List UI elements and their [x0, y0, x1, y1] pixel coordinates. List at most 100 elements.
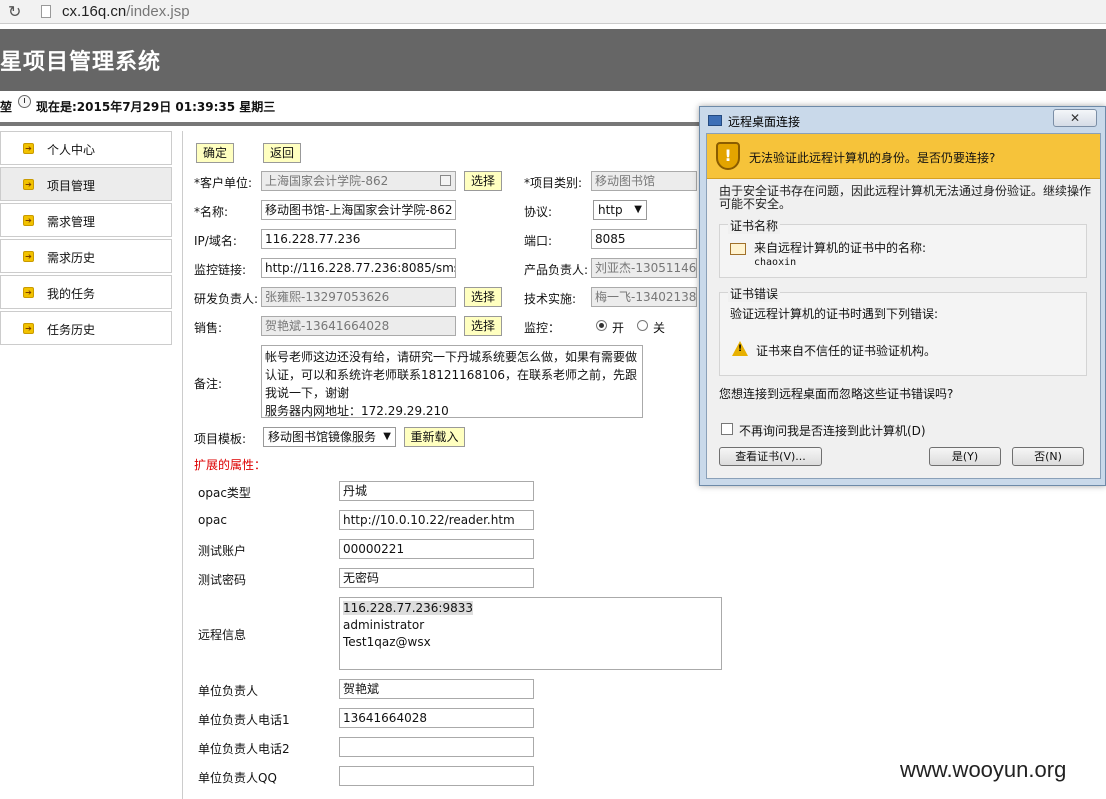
name-field[interactable]: 移动图书馆-上海国家会计学院-862	[261, 200, 456, 220]
clock-icon	[18, 95, 31, 108]
dialog-message: 由于安全证书存在问题，因此远程计算机无法通过身份验证。继续操作可能不安全。	[719, 184, 1092, 211]
remote-info-line: 116.228.77.236:9833	[343, 601, 474, 615]
customer-label: *客户单位:	[194, 176, 253, 190]
cert-error-group-title: 证书错误	[728, 285, 781, 302]
remote-info-label: 远程信息	[198, 628, 247, 642]
remote-info-line: administrator	[343, 618, 425, 632]
reload-icon[interactable]: ↻	[8, 2, 21, 21]
monitor-label: 监控：	[524, 321, 561, 335]
protocol-value: http	[598, 203, 623, 217]
sidebar-item-personal[interactable]: ➔ 个人中心	[0, 131, 172, 165]
extended-attributes-title: 扩展的属性：	[194, 458, 267, 472]
project-type-field[interactable]: 移动图书馆	[591, 171, 697, 191]
cert-name-value: chaoxin	[754, 257, 797, 268]
monitor-link-field[interactable]: http://116.228.77.236:8085/sms/c	[261, 258, 456, 278]
opac-type-field[interactable]: 丹城	[339, 481, 534, 501]
url-path: /index.jsp	[126, 3, 190, 20]
yes-button[interactable]: 是(Y)	[929, 447, 1001, 466]
unit-tel2-field[interactable]	[339, 737, 534, 757]
shield-warning-icon: !	[716, 142, 740, 170]
dropdown-arrow-icon: ▼	[383, 431, 391, 442]
sidebar-item-label: 任务历史	[47, 323, 96, 337]
dialog-title: 远程桌面连接	[728, 115, 801, 129]
sidebar-item-label: 需求管理	[47, 215, 96, 229]
sidebar-item-requirement-history[interactable]: ➔ 需求历史	[0, 239, 172, 273]
sales-field[interactable]: 贺艳斌-13641664028	[261, 316, 456, 336]
confirm-button[interactable]: 确定	[196, 143, 234, 163]
port-field[interactable]: 8085	[591, 229, 697, 249]
current-time: 现在是:2015年7月29日 01:39:35 星期三	[36, 100, 276, 114]
sidebar-item-my-tasks[interactable]: ➔ 我的任务	[0, 275, 172, 309]
monitor-off-label: 关	[653, 321, 666, 335]
sidebar-item-requirements[interactable]: ➔ 需求管理	[0, 203, 172, 237]
no-button[interactable]: 否(N)	[1012, 447, 1084, 466]
protocol-label: 协议:	[524, 205, 553, 219]
monitor-off-radio[interactable]	[637, 320, 648, 331]
sidebar-item-label: 我的任务	[47, 287, 96, 301]
opac-field[interactable]: http://10.0.10.22/reader.htm	[339, 510, 534, 530]
sales-label: 销售:	[194, 321, 223, 335]
unit-qq-label: 单位负责人QQ	[198, 771, 277, 785]
remote-desktop-dialog: 远程桌面连接 ✕ ! 无法验证此远程计算机的身份。是否仍要连接? 由于安全证书存…	[699, 106, 1106, 486]
content-divider	[182, 131, 183, 799]
arrow-bullet-icon: ➔	[23, 143, 34, 154]
arrow-bullet-icon: ➔	[23, 215, 34, 226]
unit-tel1-field[interactable]: 13641664028	[339, 708, 534, 728]
tech-impl-field[interactable]: 梅一飞-13402138	[591, 287, 697, 307]
browser-address-bar: ↻ cx.16q.cn/index.jsp	[0, 0, 1106, 24]
cert-from-text: 来自远程计算机的证书中的名称:	[754, 241, 927, 255]
remark-label: 备注:	[194, 377, 223, 391]
certificate-icon	[730, 243, 746, 255]
sidebar-item-projects[interactable]: ➔ 项目管理	[0, 167, 172, 201]
customer-field[interactable]: 上海国家会计学院-862	[261, 171, 456, 191]
dont-ask-checkbox[interactable]	[721, 423, 733, 435]
sidebar-item-label: 需求历史	[47, 251, 96, 265]
template-label: 项目模板:	[194, 432, 247, 446]
test-account-label: 测试账户	[198, 544, 247, 558]
remote-info-textarea[interactable]: 116.228.77.236:9833 administrator Test1qaz…	[339, 597, 722, 670]
test-password-field[interactable]: 无密码	[339, 568, 534, 588]
unit-owner-field[interactable]: 贺艳斌	[339, 679, 534, 699]
monitor-link-label: 监控链接:	[194, 263, 247, 277]
reload-template-button[interactable]: 重新载入	[404, 427, 465, 447]
customer-select-button[interactable]: 选择	[464, 171, 502, 191]
unit-owner-label: 单位负责人	[198, 684, 259, 698]
test-account-field[interactable]: 00000221	[339, 539, 534, 559]
protocol-select[interactable]: http ▼	[593, 200, 647, 220]
unit-tel1-label: 单位负责人电话1	[198, 713, 290, 727]
sidebar-item-label: 项目管理	[47, 179, 96, 193]
sidebar-item-task-history[interactable]: ➔ 任务历史	[0, 311, 172, 345]
connect-question: 您想连接到远程桌面而忽略这些证书错误吗?	[719, 387, 954, 401]
arrow-bullet-icon: ➔	[23, 323, 34, 334]
cert-error-item: 证书来自不信任的证书验证机构。	[756, 344, 937, 358]
url-field[interactable]: cx.16q.cn/index.jsp	[62, 3, 190, 20]
template-value: 移动图书馆镜像服务	[268, 430, 377, 444]
cert-name-group-title: 证书名称	[728, 217, 781, 234]
back-button[interactable]: 返回	[263, 143, 301, 163]
ip-field[interactable]: 116.228.77.236	[261, 229, 456, 249]
close-button[interactable]: ✕	[1053, 109, 1097, 127]
lookup-icon[interactable]	[440, 175, 451, 186]
dropdown-arrow-icon: ▼	[634, 204, 642, 215]
opac-label: opac	[198, 513, 227, 527]
template-select[interactable]: 移动图书馆镜像服务 ▼	[263, 427, 396, 447]
test-password-label: 测试密码	[198, 573, 247, 587]
product-owner-field[interactable]: 刘亚杰-13051146	[591, 258, 697, 278]
ip-label: IP/域名:	[194, 234, 237, 248]
sales-select-button[interactable]: 选择	[464, 316, 502, 336]
dev-owner-select-button[interactable]: 选择	[464, 287, 502, 307]
remark-textarea[interactable]: 帐号老师这边还没有给，请研究一下丹城系统要怎么做，如果有需要做认证，可以和系统许…	[261, 345, 643, 418]
name-label: *名称:	[194, 205, 229, 219]
sidebar: ➔ 个人中心 ➔ 项目管理 ➔ 需求管理 ➔ 需求历史 ➔ 我的任务 ➔ 任务历史	[0, 131, 172, 347]
project-type-label: *项目类别:	[524, 176, 583, 190]
dont-ask-label: 不再询问我是否连接到此计算机(D)	[739, 424, 926, 438]
remote-info-line: Test1qaz@wsx	[343, 635, 431, 649]
dev-owner-field[interactable]: 张雍熙-13297053626	[261, 287, 456, 307]
opac-type-label: opac类型	[198, 486, 251, 500]
cert-error-description: 验证远程计算机的证书时遇到下列错误:	[730, 307, 939, 321]
view-certificate-button[interactable]: 查看证书(V)...	[719, 447, 822, 466]
site-header: 星项目管理系统	[0, 29, 1106, 91]
unit-qq-field[interactable]	[339, 766, 534, 786]
warning-heading: 无法验证此远程计算机的身份。是否仍要连接?	[749, 151, 996, 165]
monitor-on-radio[interactable]	[596, 320, 607, 331]
